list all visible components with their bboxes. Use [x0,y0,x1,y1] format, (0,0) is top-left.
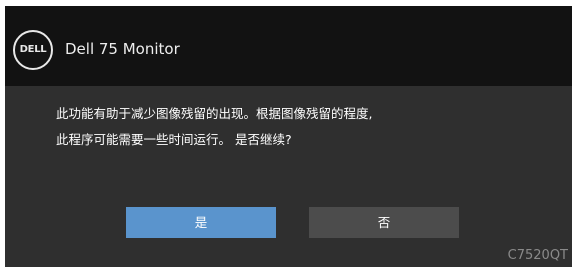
osd-header: DELL Dell 75 Monitor [5,6,572,86]
dialog-message: 此功能有助于减少图像残留的出现。根据图像残留的程度, 此程序可能需要一些时间运行… [56,101,526,153]
yes-button[interactable]: 是 [126,207,276,238]
no-button[interactable]: 否 [309,207,459,238]
model-number: C7520QT [507,248,568,263]
monitor-title: Dell 75 Monitor [65,40,180,58]
osd-dialog: DELL Dell 75 Monitor 此功能有助于减少图像残留的出现。根据图… [5,6,572,267]
dell-logo-icon: DELL [13,30,53,70]
message-line-2: 此程序可能需要一些时间运行。 是否继续? [56,132,292,147]
message-line-1: 此功能有助于减少图像残留的出现。根据图像残留的程度, [56,106,373,121]
